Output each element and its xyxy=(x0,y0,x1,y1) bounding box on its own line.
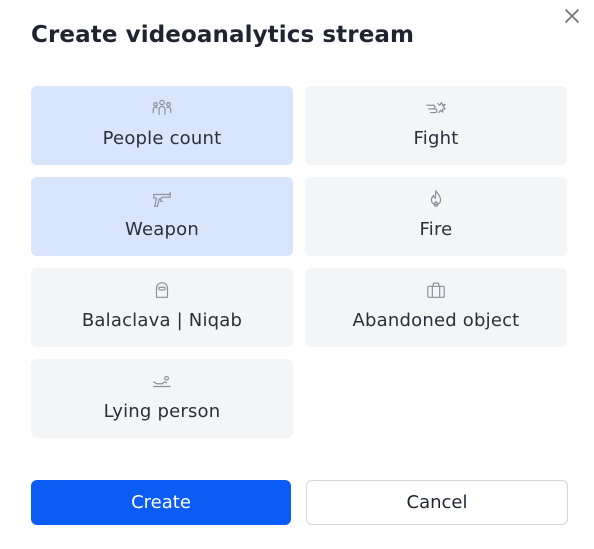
dialog-title: Create videoanalytics stream xyxy=(31,22,415,48)
people-count-icon xyxy=(150,96,174,120)
fire-icon xyxy=(424,187,448,211)
option-label: Fire xyxy=(419,219,453,240)
option-abandoned-object[interactable]: Abandoned object xyxy=(305,268,567,347)
option-label: Abandoned object xyxy=(352,310,520,331)
close-icon xyxy=(565,9,579,23)
option-label: Weapon xyxy=(125,219,199,240)
option-balaclava[interactable]: Balaclava | Niqab xyxy=(31,268,293,347)
analytics-options-grid: People count Fight Weapon Fire Balaclava… xyxy=(31,86,567,438)
option-weapon[interactable]: Weapon xyxy=(31,177,293,256)
fight-icon xyxy=(424,96,448,120)
option-label: Lying person xyxy=(103,401,221,422)
create-stream-dialog: Create videoanalytics stream People coun… xyxy=(0,0,594,549)
option-label: Balaclava | Niqab xyxy=(81,310,243,331)
close-button[interactable] xyxy=(562,6,582,26)
cancel-button[interactable]: Cancel xyxy=(306,480,568,525)
option-label: People count xyxy=(102,128,222,149)
lying-person-icon xyxy=(150,369,174,393)
option-lying-person[interactable]: Lying person xyxy=(31,359,293,438)
create-button[interactable]: Create xyxy=(31,480,291,525)
option-label: Fight xyxy=(413,128,459,149)
option-people-count[interactable]: People count xyxy=(31,86,293,165)
option-fire[interactable]: Fire xyxy=(305,177,567,256)
abandoned-object-icon xyxy=(424,278,448,302)
option-fight[interactable]: Fight xyxy=(305,86,567,165)
weapon-icon xyxy=(150,187,174,211)
balaclava-icon xyxy=(150,278,174,302)
